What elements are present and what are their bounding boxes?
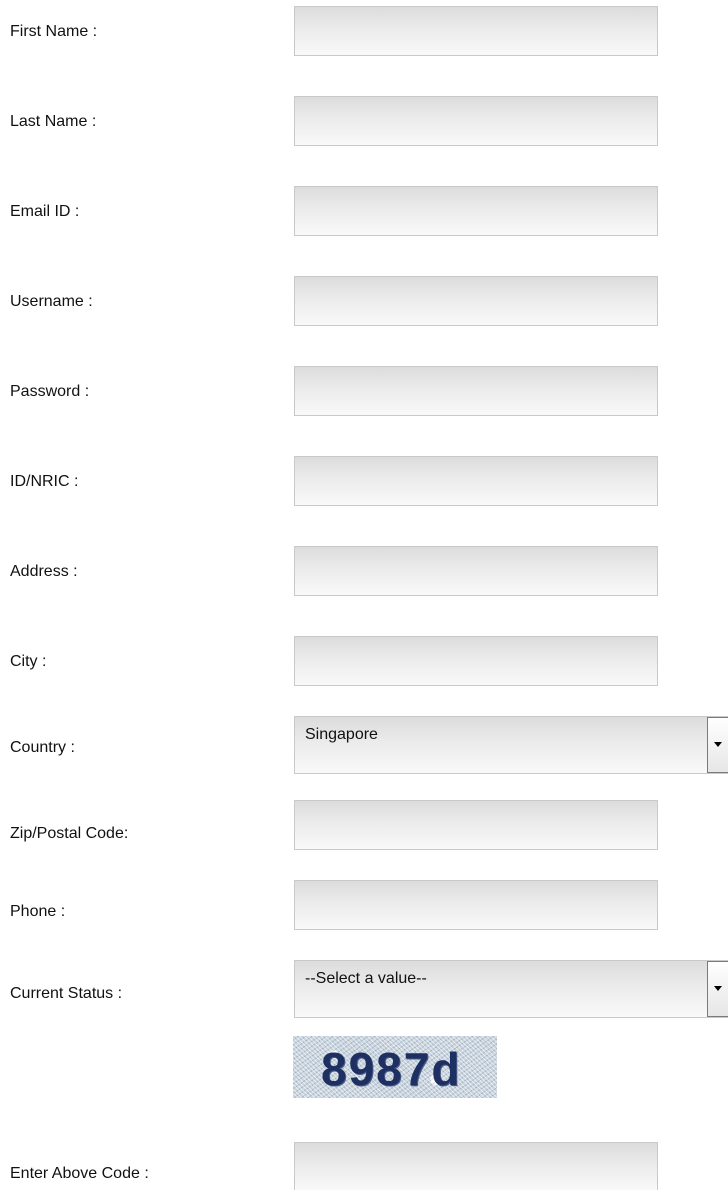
captcha-input-label: Enter Above Code : <box>10 1165 149 1182</box>
zip-label: Zip/Postal Code: <box>10 825 129 842</box>
email-label: Email ID : <box>10 203 80 220</box>
country-label: Country : <box>10 739 75 756</box>
zip-input[interactable] <box>294 800 658 850</box>
address-label: Address : <box>10 563 78 580</box>
username-label: Username : <box>10 293 93 310</box>
current-status-selected-value: --Select a value-- <box>305 970 427 987</box>
id-nric-label: ID/NRIC : <box>10 473 79 490</box>
address-input[interactable] <box>294 546 658 596</box>
chevron-down-icon[interactable] <box>707 961 728 1017</box>
last-name-label: Last Name : <box>10 113 97 130</box>
first-name-label: First Name : <box>10 23 98 40</box>
password-input[interactable] <box>294 366 658 416</box>
captcha-input[interactable] <box>294 1142 658 1190</box>
city-label: City : <box>10 653 47 670</box>
current-status-select[interactable]: --Select a value-- <box>294 960 728 1018</box>
current-status-label: Current Status : <box>10 985 123 1002</box>
first-name-input[interactable] <box>294 6 658 56</box>
phone-label: Phone : <box>10 903 66 920</box>
country-select[interactable]: Singapore <box>294 716 728 774</box>
chevron-down-icon[interactable] <box>707 717 728 773</box>
city-input[interactable] <box>294 636 658 686</box>
email-input[interactable] <box>294 186 658 236</box>
captcha-image: 8987d <box>293 1036 497 1098</box>
username-input[interactable] <box>294 276 658 326</box>
id-nric-input[interactable] <box>294 456 658 506</box>
captcha-code: 8987d <box>321 1043 462 1095</box>
country-selected-value: Singapore <box>305 726 378 743</box>
phone-input[interactable] <box>294 880 658 930</box>
last-name-input[interactable] <box>294 96 658 146</box>
password-label: Password : <box>10 383 90 400</box>
